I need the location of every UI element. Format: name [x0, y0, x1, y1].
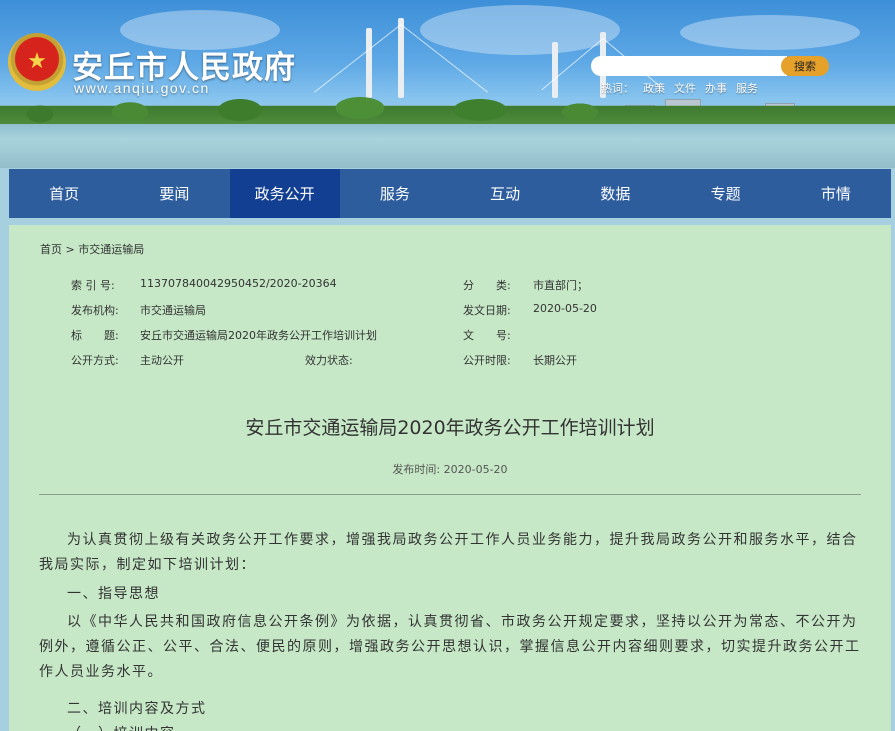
meta-category-label: 分 类:: [463, 279, 511, 292]
article-title: 安丘市交通运输局2020年政务公开工作培训计划: [245, 417, 655, 439]
meta-category-value: 市直部门；: [533, 279, 588, 292]
main-nav: 首页 要闻 政务公开 服务 互动 数据 专题 市情: [9, 169, 891, 218]
tree-line: [0, 92, 895, 126]
nav-item-home[interactable]: 首页: [9, 169, 119, 218]
breadcrumb-home-link[interactable]: 首页: [40, 243, 62, 256]
meta-open-mode-label: 公开方式:: [71, 354, 119, 367]
meta-doc-no-label: 文 号:: [463, 329, 511, 342]
title-divider: [39, 494, 861, 495]
bridge-cable: [314, 24, 402, 93]
meta-issue-date-value: 2020-05-20: [533, 302, 597, 315]
meta-index-no-label: 索 引 号:: [71, 279, 115, 292]
bridge-tower: [552, 42, 558, 98]
search-input[interactable]: [591, 56, 787, 76]
national-emblem-icon: ★: [8, 33, 66, 91]
meta-validity-label: 效力状态:: [305, 354, 353, 367]
search-button[interactable]: 搜索: [781, 56, 829, 76]
article-subheading-training-content: （一）培训内容: [39, 722, 861, 731]
article-heading-guiding-idea: 一、指导思想: [67, 586, 160, 602]
meta-open-period-value: 长期公开: [533, 354, 577, 367]
meta-index-no-value: 113707840042950452/2020-20364: [140, 277, 337, 290]
breadcrumb: 首页 > 市交通运输局: [40, 241, 144, 257]
article-paragraph-intro: 为认真贯彻上级有关政务公开工作要求，增强我局政务公开工作人员业务能力，提升我局政…: [39, 532, 858, 573]
meta-issue-date-label: 发文日期:: [463, 304, 511, 317]
hot-word-link[interactable]: 服务: [736, 80, 758, 96]
nav-item-topics[interactable]: 专题: [671, 169, 781, 218]
article-heading-training-content: 二、培训内容及方式: [67, 701, 207, 717]
meta-open-period-label: 公开时限:: [463, 354, 511, 367]
bridge-tower: [366, 28, 372, 98]
nav-item-gov-affairs[interactable]: 政务公开: [229, 169, 340, 218]
nav-item-services[interactable]: 服务: [340, 169, 450, 218]
breadcrumb-separator: >: [62, 243, 79, 256]
hot-words: 热词： 政策 文件 办事 服务: [601, 80, 758, 96]
hot-word-link[interactable]: 政策: [643, 80, 665, 96]
cloud-decoration: [680, 15, 860, 50]
lake-water: [0, 124, 895, 168]
header-banner: ★ 安丘市人民政府 www.anqiu.gov.cn 搜索 热词： 政策 文件 …: [0, 0, 895, 168]
meta-publisher-label: 发布机构:: [71, 304, 119, 317]
publish-time: 发布时间: 2020-05-20: [392, 463, 508, 476]
meta-title-value: 安丘市交通运输局2020年政务公开工作培训计划: [140, 329, 377, 342]
search-box: 搜索: [591, 56, 829, 76]
site-url: www.anqiu.gov.cn: [74, 80, 210, 96]
nav-item-news[interactable]: 要闻: [119, 169, 229, 218]
nav-item-city-info[interactable]: 市情: [781, 169, 891, 218]
hot-words-label: 热词：: [601, 82, 634, 95]
hot-word-link[interactable]: 办事: [705, 80, 727, 96]
meta-publisher-value: 市交通运输局: [140, 304, 206, 317]
nav-item-data[interactable]: 数据: [560, 169, 670, 218]
meta-title-label: 标 题:: [71, 329, 119, 342]
nav-item-interaction[interactable]: 互动: [450, 169, 560, 218]
meta-open-mode-value: 主动公开: [140, 354, 184, 367]
content-panel: 首页 > 市交通运输局 索 引 号: 113707840042950452/20…: [9, 225, 891, 731]
article-paragraph-guiding-idea: 以《中华人民共和国政府信息公开条例》为依据，认真贯彻省、市政务公开规定要求，坚持…: [39, 614, 861, 680]
hot-word-link[interactable]: 文件: [674, 80, 696, 96]
bridge-tower: [398, 18, 404, 98]
breadcrumb-current[interactable]: 市交通运输局: [78, 243, 144, 256]
